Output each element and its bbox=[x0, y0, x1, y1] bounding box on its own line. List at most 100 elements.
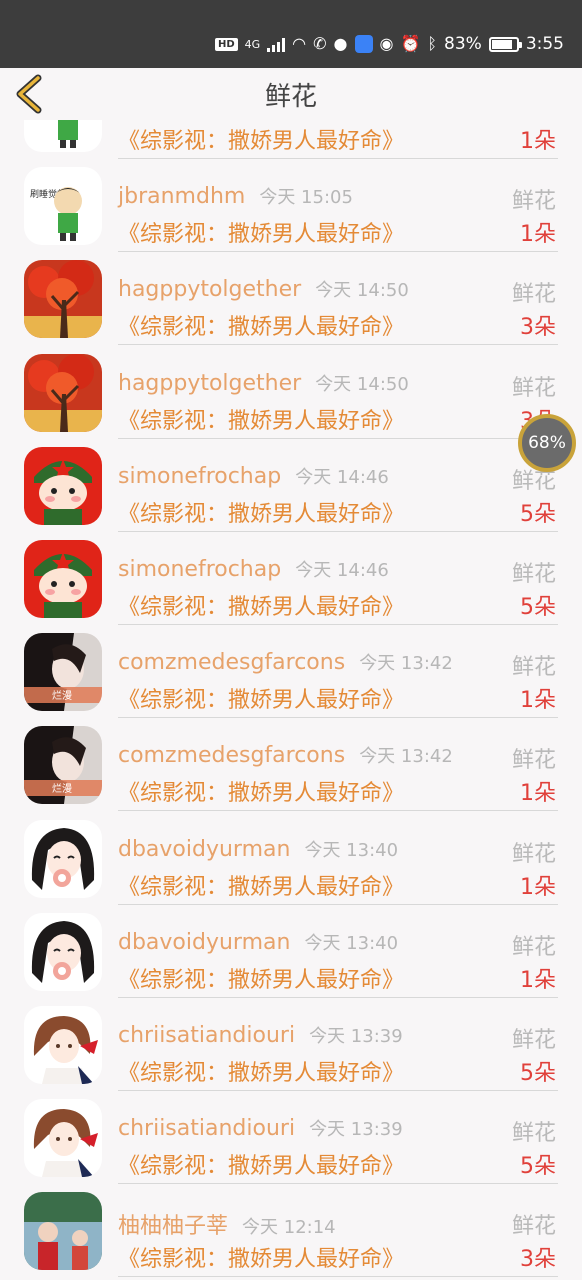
avatar[interactable] bbox=[24, 819, 102, 898]
user-name[interactable]: hagppytolgether 今天 14:50 bbox=[118, 276, 409, 302]
timestamp: 今天 13:40 bbox=[304, 839, 399, 861]
user-name[interactable]: jbranmdhm 今天 15:05 bbox=[118, 183, 353, 209]
user-name-text: 柚柚柚子莘 bbox=[118, 1214, 229, 1240]
alarm-icon: ⏰ bbox=[400, 34, 421, 53]
user-name[interactable]: dbavoidyurman 今天 13:40 bbox=[118, 929, 398, 955]
gift-count: 1朵 bbox=[520, 967, 556, 993]
gift-type: 鲜花 bbox=[511, 841, 556, 867]
timestamp: 今天 14:50 bbox=[315, 280, 409, 302]
list-item[interactable]: simonefrochap 今天 14:46 鲜花 《综影视：撒娇男人最好命》 5朵 bbox=[0, 532, 582, 625]
list-item[interactable]: 刷睡觉的人 jbranmdhm 今天 15:05 鲜花 《综影视：撒娇男人最好命》 1朵 bbox=[0, 159, 582, 253]
qq-icon: ● bbox=[333, 34, 348, 53]
user-name[interactable]: simonefrochap 今天 14:46 bbox=[118, 463, 389, 489]
timestamp: 今天 14:46 bbox=[295, 466, 389, 488]
gift-count: 3朵 bbox=[520, 315, 556, 341]
user-name[interactable]: comzmedesgfarcons 今天 13:42 bbox=[118, 742, 453, 768]
divider bbox=[118, 1276, 558, 1278]
avatar[interactable] bbox=[24, 446, 102, 525]
gift-count: 5朵 bbox=[520, 595, 556, 620]
list-item[interactable]: 烂漫 comzmedesgfarcons 今天 13:42 鲜花《综影视：撒娇男人最好… bbox=[0, 718, 582, 812]
user-name[interactable]: comzmedesgfarcons 今天 13:42 bbox=[118, 649, 453, 675]
list-item[interactable]: 柚柚柚子莘 今天 12:14 鲜花《综影视：撒娇男人最好命》 3朵 bbox=[0, 1184, 582, 1278]
gift-type: 鲜花 bbox=[511, 934, 556, 960]
user-name-text: jbranmdhm bbox=[118, 184, 246, 210]
gift-count: 3朵 bbox=[520, 1247, 556, 1273]
svg-text:烂漫: 烂漫 bbox=[52, 690, 72, 702]
timestamp: 今天 14:46 bbox=[295, 560, 389, 581]
network-type-label: 4G bbox=[244, 37, 261, 51]
user-name[interactable]: chriisatiandiouri 今天 13:39 bbox=[118, 1115, 403, 1141]
book-title-link[interactable]: 《综影视：撒娇男人最好命》 bbox=[118, 403, 404, 435]
user-name[interactable]: 柚柚柚子莘 今天 12:14 bbox=[118, 1208, 336, 1240]
user-name-text: hagppytolgether bbox=[118, 370, 302, 396]
list-item[interactable]: chriisatiandiouri 今天 13:39 鲜花 《综影视：撒娇男人最好命》… bbox=[0, 998, 582, 1091]
book-title-link[interactable]: 《综影视：撒娇男人最好命》 bbox=[118, 1055, 404, 1087]
gift-type: 鲜花 bbox=[511, 282, 556, 308]
book-title-link[interactable]: 《综影视：撒娇男人最好命》 bbox=[118, 962, 404, 994]
gift-type: 鲜花 bbox=[511, 748, 556, 774]
svg-text:烂漫: 烂漫 bbox=[52, 783, 72, 795]
list-item[interactable]: hagppytolgether 今天 14:50 鲜花《综影视：撒娇男人最好命》 3朵 bbox=[0, 252, 582, 346]
user-name-text: dbavoidyurman bbox=[118, 836, 291, 862]
user-name-text: chriisatiandiouri bbox=[118, 1023, 296, 1048]
gift-type: 鲜花 bbox=[511, 1214, 556, 1240]
list-item[interactable]: chriisatiandiouri 今天 13:39 鲜花《综影视：撒娇男人最好命》… bbox=[0, 1091, 582, 1185]
book-title-link[interactable]: 《综影视：撒娇男人最好命》 bbox=[118, 589, 404, 621]
gift-count: 5朵 bbox=[520, 1154, 556, 1180]
gift-type: 鲜花 bbox=[511, 1121, 556, 1147]
wifi-icon: ◠ bbox=[292, 34, 307, 53]
battery-icon bbox=[488, 36, 522, 52]
timestamp: 今天 15:05 bbox=[259, 187, 353, 209]
bluetooth-icon: ᛒ bbox=[427, 34, 438, 53]
avatar[interactable]: 刷睡觉的人 bbox=[24, 167, 102, 246]
gift-count: 1朵 bbox=[520, 874, 556, 900]
gift-type: 鲜花 bbox=[511, 655, 556, 681]
avatar[interactable] bbox=[24, 1006, 102, 1084]
avatar[interactable] bbox=[24, 912, 102, 991]
list-item[interactable]: simonefrochap 今天 14:46 鲜花 《综影视：撒娇男人最好命》 5朵 bbox=[0, 439, 582, 532]
gift-type: 鲜花 bbox=[511, 189, 556, 215]
list-item[interactable]: dbavoidyurman 今天 13:40 鲜花《综影视：撒娇男人最好命》 1朵 bbox=[0, 905, 582, 998]
book-title-link[interactable]: 《综影视：撒娇男人最好命》 bbox=[118, 496, 404, 528]
user-name[interactable]: hagppytolgether 今天 14:50 bbox=[118, 370, 409, 396]
book-title-link[interactable]: 《综影视：撒娇男人最好命》 bbox=[118, 309, 404, 341]
gift-type: 鲜花 bbox=[511, 375, 556, 401]
book-title-link[interactable]: 《综影视：撒娇男人最好命》 bbox=[118, 775, 404, 807]
list-item[interactable]: dbavoidyurman 今天 13:40 鲜花《综影视：撒娇男人最好命》 1朵 bbox=[0, 812, 582, 905]
avatar[interactable] bbox=[24, 1099, 102, 1178]
gift-count: 1朵 bbox=[520, 781, 556, 807]
user-name-text: chriisatiandiouri bbox=[118, 1116, 296, 1142]
gift-count: 5朵 bbox=[520, 501, 556, 527]
list-item[interactable]: hagppytolgether今天 14:50鲜花《综影视：撒娇男人最好命》3朵 bbox=[0, 346, 582, 439]
top-nav-bar: 鲜花 bbox=[0, 68, 582, 120]
avatar[interactable]: 烂漫 bbox=[24, 633, 102, 712]
user-name-text: comzmedesgfarcons bbox=[118, 743, 346, 769]
user-name[interactable]: simonefrochap 今天 14:46 bbox=[118, 556, 389, 582]
avatar[interactable]: 烂漫 bbox=[24, 726, 102, 805]
avatar[interactable] bbox=[24, 540, 102, 618]
user-name[interactable]: chriisatiandiouri 今天 13:39 bbox=[118, 1022, 403, 1048]
phone-icon: ✆ bbox=[313, 34, 327, 53]
book-title-link[interactable]: 《综影视：撒娇男人最好命》 bbox=[118, 682, 404, 714]
timestamp: 今天 12:14 bbox=[242, 1217, 336, 1239]
app-icon bbox=[354, 35, 373, 53]
timestamp: 今天 13:39 bbox=[309, 1026, 403, 1047]
avatar[interactable] bbox=[24, 353, 102, 432]
book-title-link[interactable]: 《综影视：撒娇男人最好命》 bbox=[118, 1241, 404, 1273]
book-title-link[interactable]: 《综影视：撒娇男人最好命》 bbox=[118, 869, 404, 901]
timestamp: 今天 13:42 bbox=[359, 746, 453, 768]
book-title-link[interactable]: 《综影视：撒娇男人最好命》 bbox=[118, 216, 404, 248]
user-name-text: hagppytolgether bbox=[118, 277, 302, 303]
status-bar: HD 4G ◠ ✆ ● ◉ ⏰ ᛒ 83% 3:55 bbox=[0, 0, 582, 68]
timestamp: 今天 14:50 bbox=[315, 373, 409, 395]
hd-icon: HD bbox=[214, 37, 238, 51]
list-item[interactable]: 烂漫 comzmedesgfarcons 今天 13:42 鲜花《综影视：撒娇男人最好… bbox=[0, 625, 582, 719]
user-name-text: dbavoidyurman bbox=[118, 929, 291, 955]
book-title-link[interactable]: 《综影视：撒娇男人最好命》 bbox=[118, 1148, 404, 1180]
timestamp: 今天 13:42 bbox=[359, 653, 453, 675]
user-name[interactable]: dbavoidyurman 今天 13:40 bbox=[118, 836, 398, 862]
floating-progress-badge[interactable]: 68% bbox=[518, 414, 576, 472]
avatar[interactable] bbox=[24, 1192, 102, 1271]
book-title-link[interactable]: 《综影视：撒娇男人最好命》 bbox=[118, 123, 404, 155]
avatar[interactable] bbox=[24, 260, 102, 339]
